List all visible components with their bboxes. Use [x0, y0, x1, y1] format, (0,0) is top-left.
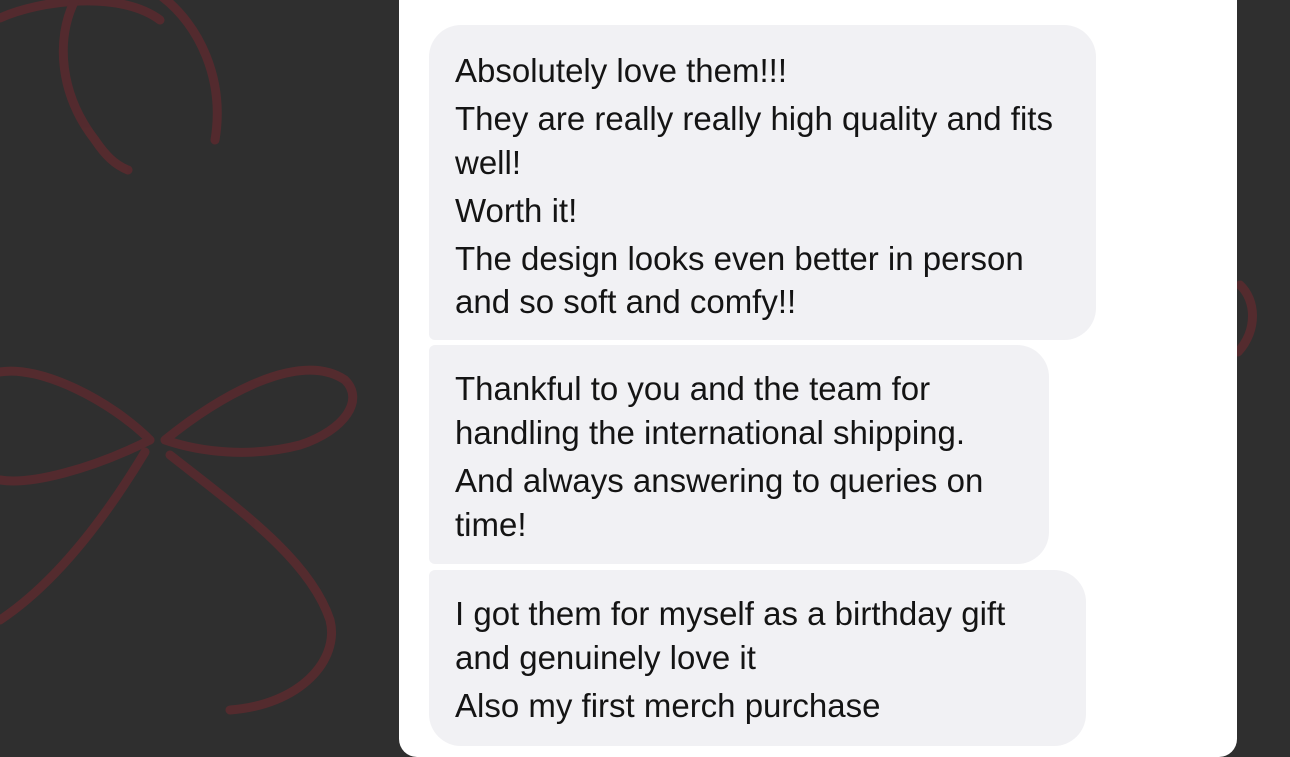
- message-panel: Absolutely love them!!! They are really …: [399, 0, 1237, 757]
- message-text: Also my first merch purchase: [455, 686, 881, 724]
- message-bubble[interactable]: Thankful to you and the team for handlin…: [429, 345, 1049, 564]
- message-text: They are really really high quality and …: [455, 99, 1053, 181]
- message-text: I got them for myself as a birthday gift…: [455, 595, 1006, 676]
- message-bubble[interactable]: Absolutely love them!!! They are really …: [429, 25, 1096, 340]
- message-text: And always answering to queries on time!: [455, 461, 984, 543]
- message-text: Absolutely love them!!!: [455, 52, 787, 89]
- message-bubble[interactable]: I got them for myself as a birthday gift…: [429, 570, 1086, 746]
- message-text: Worth it!: [455, 191, 578, 229]
- message-text: The design looks even better in person a…: [455, 239, 1024, 321]
- message-text: Thankful to you and the team for handlin…: [455, 370, 966, 451]
